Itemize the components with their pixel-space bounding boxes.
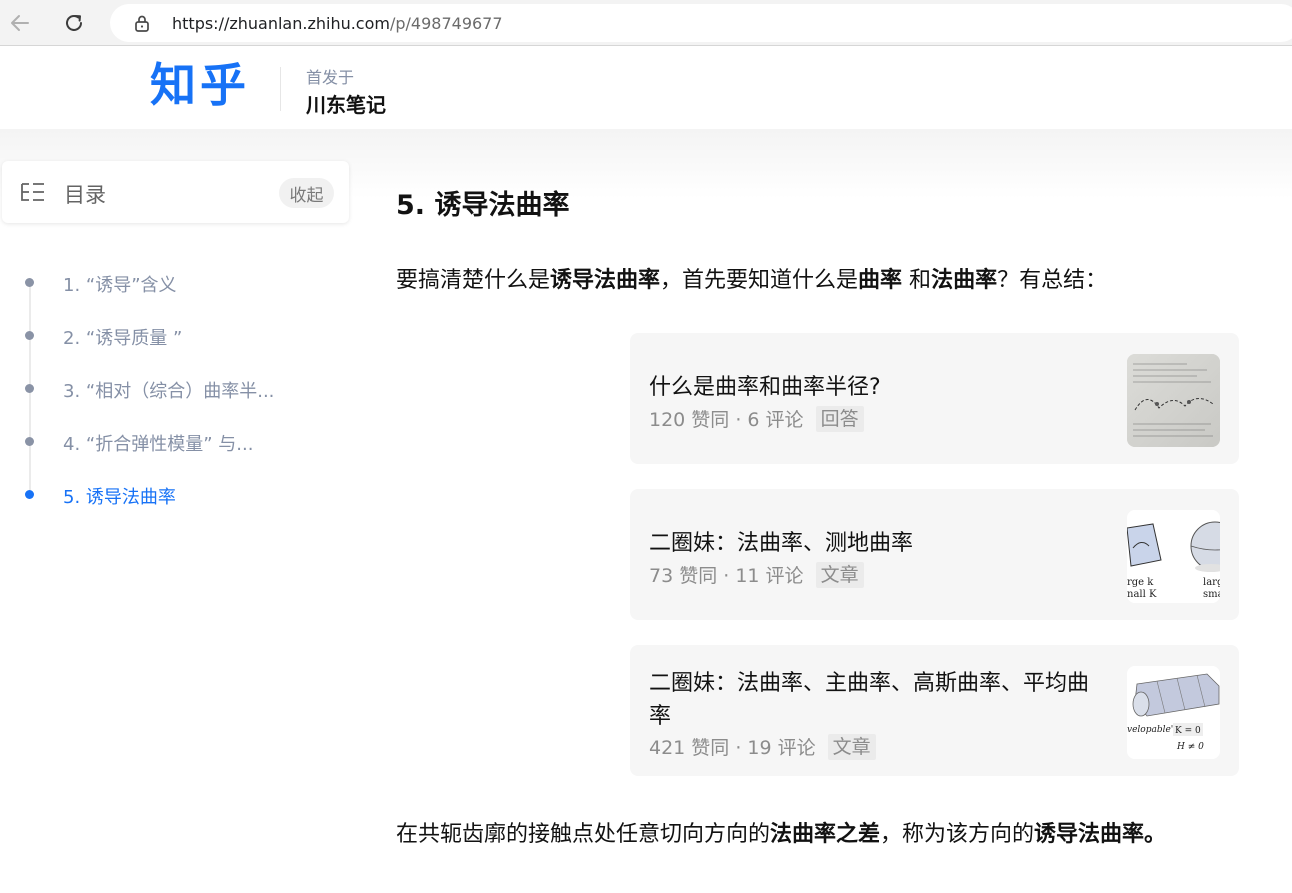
url-text: https://zhuanlan.zhihu.com/p/498749677: [172, 14, 503, 33]
card-thumbnail: velopable" K = 0 H ≠ 0: [1127, 666, 1220, 759]
toc-header: 目录 收起: [2, 161, 349, 223]
toc-item[interactable]: 3. “相对（综合）曲率半...: [0, 364, 349, 404]
thumb-label: larg: [1203, 577, 1220, 588]
url-path: /p/498749677: [389, 14, 503, 33]
toc-list-icon: [21, 183, 44, 201]
url-host: https://zhuanlan.zhihu.com: [172, 14, 390, 33]
toc-list: 1. “诱导”含义 2. “诱导质量 ” 3. “相对（综合）曲率半... 4.…: [0, 252, 349, 512]
link-card[interactable]: 二圈妹：法曲率、测地曲率 73 赞同 · 11 评论 文章 rge k nall…: [630, 489, 1239, 620]
text-run: ，首先要知道什么是: [660, 268, 859, 293]
text-run: 和: [902, 268, 932, 293]
thumb-label: nall K: [1127, 589, 1157, 600]
card-type-tag: 文章: [827, 733, 876, 760]
toc-item[interactable]: 1. “诱导”含义: [0, 258, 349, 298]
toc-item[interactable]: 4. “折合弹性模量” 与...: [0, 417, 349, 457]
bold-term: 曲率: [858, 268, 903, 293]
thumbnail-image: rge k nall K larg sma: [1127, 510, 1220, 603]
text-run: 要搞清楚什么是: [396, 268, 551, 293]
card-thumbnail: rge k nall K larg sma: [1127, 510, 1220, 603]
reload-icon: [66, 14, 82, 31]
toc-item-label: 5. 诱导法曲率: [63, 487, 176, 508]
text-run: 在共轭齿廓的接触点处任意切向方向的: [396, 822, 771, 847]
address-bar[interactable]: https://zhuanlan.zhihu.com/p/498749677: [110, 4, 1292, 42]
toc-dot: [25, 331, 34, 340]
column-name-link[interactable]: 川东笔记: [306, 89, 386, 118]
back-arrow-icon: [11, 15, 29, 31]
toc-item-label: 4. “折合弹性模量” 与...: [63, 434, 254, 455]
section-heading: 5. 诱导法曲率: [396, 190, 570, 221]
thumb-label: rge k: [1127, 577, 1154, 588]
card-stats: 73 赞同 · 11 评论: [649, 565, 804, 587]
bold-term: 法曲率: [931, 268, 998, 293]
thumb-label: K = 0: [1175, 726, 1201, 736]
thumbnail-image: [1127, 354, 1220, 447]
card-meta: 421 赞同 · 19 评论 文章: [649, 733, 876, 760]
lock-icon[interactable]: [132, 13, 152, 33]
card-title: 二圈妹：法曲率、测地曲率: [649, 531, 914, 556]
bold-term: 诱导法曲率。: [1034, 822, 1167, 847]
toc-dot: [25, 278, 34, 287]
browser-toolbar: https://zhuanlan.zhihu.com/p/498749677: [0, 0, 1292, 46]
link-card[interactable]: 二圈妹：法曲率、主曲率、高斯曲率、平均曲率 421 赞同 · 19 评论 文章 …: [630, 645, 1239, 776]
toc-item-active[interactable]: 5. 诱导法曲率: [0, 470, 349, 510]
zhihu-logo[interactable]: 知乎: [150, 57, 250, 113]
bold-term: 诱导法曲率: [550, 268, 661, 293]
card-type-tag: 文章: [815, 561, 864, 588]
published-in-label: 首发于: [306, 68, 355, 87]
toc-item-label: 2. “诱导质量 ”: [63, 328, 183, 349]
thumb-label: velopable": [1127, 725, 1175, 735]
toc-dot: [25, 384, 34, 393]
closing-paragraph: 在共轭齿廓的接触点处任意切向方向的法曲率之差，称为该方向的诱导法曲率。: [396, 816, 1166, 848]
toc-item[interactable]: 2. “诱导质量 ”: [0, 311, 349, 351]
back-button[interactable]: [4, 7, 36, 39]
header-divider: [280, 67, 281, 111]
bold-term: 法曲率之差: [770, 822, 881, 847]
toc-title: 目录: [64, 183, 106, 207]
toc-dot: [25, 437, 34, 446]
toc-item-label: 3. “相对（综合）曲率半...: [63, 381, 275, 402]
card-stats: 421 赞同 · 19 评论: [649, 737, 816, 759]
text-run: ？有总结：: [997, 268, 1108, 293]
card-thumbnail: [1127, 354, 1220, 447]
reload-button[interactable]: [58, 7, 90, 39]
link-card[interactable]: 什么是曲率和曲率半径? 120 赞同 · 6 评论 回答: [630, 333, 1239, 464]
card-title: 二圈妹：法曲率、主曲率、高斯曲率、平均曲率: [649, 671, 1090, 729]
toc-item-label: 1. “诱导”含义: [63, 275, 177, 296]
card-type-tag: 回答: [815, 405, 864, 432]
thumbnail-image: velopable" K = 0 H ≠ 0: [1127, 666, 1220, 759]
toc-collapse-button[interactable]: 收起: [279, 178, 334, 208]
site-header: 知乎 首发于 川东笔记: [0, 47, 1292, 129]
intro-paragraph: 要搞清楚什么是诱导法曲率，首先要知道什么是曲率 和法曲率？有总结：: [396, 262, 1107, 294]
text-run: ，称为该方向的: [880, 822, 1035, 847]
thumb-label: sma: [1203, 589, 1220, 600]
toc-dot-active: [25, 490, 34, 499]
card-meta: 120 赞同 · 6 评论 回答: [649, 405, 864, 432]
card-stats: 120 赞同 · 6 评论: [649, 409, 804, 431]
thumb-label: H ≠ 0: [1176, 742, 1204, 752]
card-meta: 73 赞同 · 11 评论 文章: [649, 561, 864, 588]
card-title: 什么是曲率和曲率半径?: [649, 375, 881, 400]
